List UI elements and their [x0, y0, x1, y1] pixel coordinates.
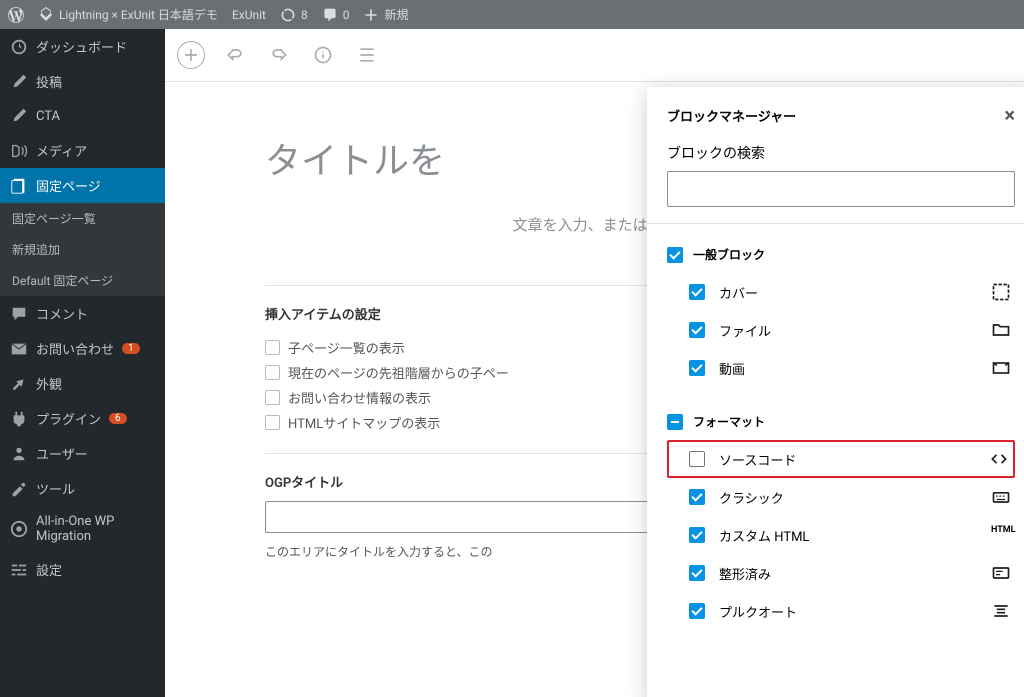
menu-users[interactable]: ユーザー — [0, 436, 165, 471]
menu-tools[interactable]: ツール — [0, 471, 165, 506]
menu-posts[interactable]: 投稿 — [0, 64, 165, 99]
preformatted-icon — [991, 563, 1011, 583]
plugins-badge: 6 — [109, 413, 127, 424]
admin-sidebar: ダッシュボード 投稿 CTA メディア 固定ページ 固定ページ一覧 新規追加 D… — [0, 29, 165, 697]
menu-comments[interactable]: コメント — [0, 296, 165, 331]
editor-toolbar — [165, 29, 1024, 82]
block-source-code[interactable]: ソースコード — [667, 440, 1015, 478]
block-preformatted[interactable]: 整形済み — [667, 554, 1015, 592]
outline-button[interactable] — [353, 41, 381, 69]
block-search-input[interactable] — [667, 171, 1015, 207]
block-video[interactable]: 動画 — [667, 349, 1015, 387]
video-icon — [991, 358, 1011, 378]
wp-logo[interactable] — [8, 7, 24, 23]
comments-count: 0 — [343, 8, 350, 22]
menu-media[interactable]: メディア — [0, 133, 165, 168]
category-general[interactable]: 一般ブロック — [667, 236, 1015, 273]
sub-pages-new[interactable]: 新規追加 — [0, 234, 165, 265]
block-manager-modal: ブロックマネージャー × ブロックの検索 一般ブロック カバー ファイル 動画 … — [647, 87, 1024, 697]
file-icon — [991, 320, 1011, 340]
editor-content: タイトルを 文章を入力、または / で 挿入アイテムの設定 子ページ一覧の表示 … — [165, 29, 1024, 697]
keyboard-icon — [991, 487, 1011, 507]
updates-count: 8 — [301, 8, 308, 22]
pullquote-icon — [991, 601, 1011, 621]
code-icon — [989, 449, 1009, 469]
cover-icon — [991, 282, 1011, 302]
block-classic[interactable]: クラシック — [667, 478, 1015, 516]
submenu-pages: 固定ページ一覧 新規追加 Default 固定ページ — [0, 203, 165, 296]
site-name: Lightning × ExUnit 日本語デモ — [59, 6, 218, 23]
updates-link[interactable]: 8 — [280, 7, 308, 23]
block-pullquote[interactable]: プルクオート — [667, 592, 1015, 630]
redo-button[interactable] — [265, 41, 293, 69]
search-label: ブロックの検索 — [667, 143, 1015, 163]
block-cover[interactable]: カバー — [667, 273, 1015, 311]
menu-appearance[interactable]: 外観 — [0, 366, 165, 401]
sub-pages-default[interactable]: Default 固定ページ — [0, 265, 165, 296]
sub-pages-list[interactable]: 固定ページ一覧 — [0, 203, 165, 234]
site-link[interactable]: Lightning × ExUnit 日本語デモ — [38, 6, 218, 23]
comments-link[interactable]: 0 — [322, 7, 350, 23]
contact-badge: 1 — [122, 343, 140, 354]
category-format[interactable]: フォーマット — [667, 403, 1015, 440]
block-custom-html[interactable]: カスタム HTMLHTML — [667, 516, 1015, 554]
add-block-button[interactable] — [177, 41, 205, 69]
info-button[interactable] — [309, 41, 337, 69]
block-list[interactable]: 一般ブロック カバー ファイル 動画 フォーマット ソースコード クラシック カ… — [647, 223, 1024, 697]
checkbox-icon[interactable] — [667, 247, 683, 263]
checkbox-indeterminate-icon[interactable] — [667, 414, 683, 430]
menu-contact[interactable]: お問い合わせ1 — [0, 331, 165, 366]
menu-aio[interactable]: All-in-One WP Migration — [0, 506, 165, 552]
menu-pages[interactable]: 固定ページ — [0, 168, 165, 203]
menu-plugins[interactable]: プラグイン6 — [0, 401, 165, 436]
menu-dashboard[interactable]: ダッシュボード — [0, 29, 165, 64]
admin-bar: Lightning × ExUnit 日本語デモ ExUnit 8 0 新規 — [0, 0, 1024, 29]
menu-settings[interactable]: 設定 — [0, 552, 165, 587]
new-link[interactable]: 新規 — [363, 6, 408, 23]
modal-title: ブロックマネージャー — [667, 106, 796, 125]
html-icon: HTML — [991, 525, 1011, 545]
exunit-link[interactable]: ExUnit — [232, 8, 266, 22]
block-file[interactable]: ファイル — [667, 311, 1015, 349]
close-button[interactable]: × — [1004, 103, 1015, 127]
undo-button[interactable] — [221, 41, 249, 69]
menu-cta[interactable]: CTA — [0, 99, 165, 133]
new-label: 新規 — [384, 6, 408, 23]
